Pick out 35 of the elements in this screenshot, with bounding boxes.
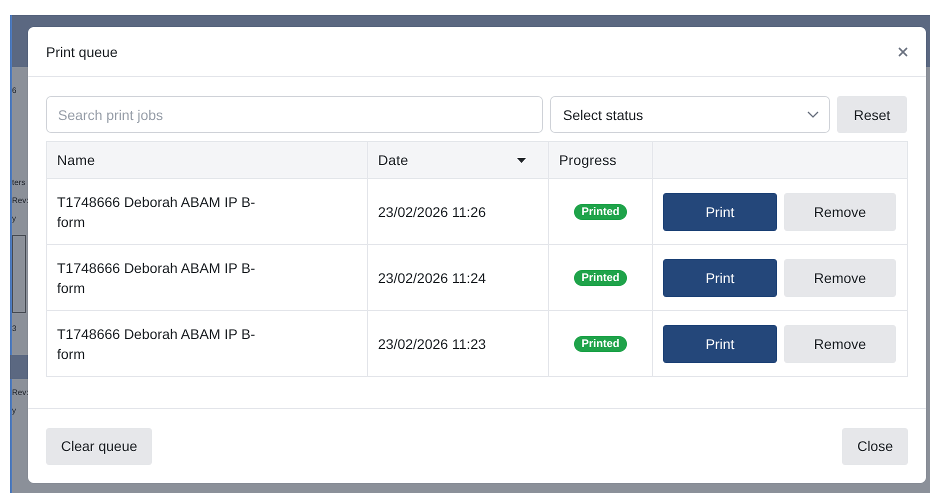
background-text: 3	[12, 323, 18, 335]
job-date: 23/02/2026 11:26	[378, 204, 486, 220]
close-icon[interactable]	[898, 46, 908, 56]
background-text: Rev:	[12, 387, 28, 399]
status-badge: Printed	[574, 204, 628, 220]
column-header[interactable]: Name	[47, 142, 367, 178]
remove-button[interactable]: Remove	[784, 258, 896, 296]
status-badge: Printed	[574, 336, 628, 352]
background-bar	[10, 355, 30, 379]
background-text: y	[12, 405, 17, 417]
column-header[interactable]: Date	[367, 142, 548, 178]
status-badge: Printed	[574, 270, 628, 286]
search-field[interactable]: Search print jobs	[46, 96, 543, 133]
job-name: T1748666 Deborah ABAM IP B-form	[57, 192, 256, 232]
column-header[interactable]: Progress	[548, 142, 652, 178]
job-date: 23/02/2026 11:23	[378, 336, 486, 352]
background-text: 6	[12, 85, 18, 97]
print-button[interactable]: Print	[663, 192, 777, 230]
remove-button[interactable]: Remove	[784, 324, 896, 362]
chevron-down-icon[interactable]	[807, 111, 819, 118]
sort-caret-icon[interactable]	[517, 158, 526, 162]
background-text: ters	[12, 177, 26, 189]
background-text: y	[12, 213, 17, 225]
close-button[interactable]: Close	[842, 428, 908, 464]
dialog-title: Print queue	[46, 44, 118, 60]
job-name: T1748666 Deborah ABAM IP B-form	[57, 258, 256, 298]
background-text: Rev:	[12, 195, 28, 207]
clear-queue-button[interactable]: Clear queue	[46, 428, 152, 464]
remove-button[interactable]: Remove	[784, 192, 896, 230]
print-button[interactable]: Print	[663, 258, 777, 296]
reset-button[interactable]: Reset	[837, 96, 907, 133]
print-button[interactable]: Print	[663, 324, 777, 362]
job-date: 23/02/2026 11:24	[378, 270, 486, 286]
job-name: T1748666 Deborah ABAM IP B-form	[57, 324, 256, 364]
status-select[interactable]: Select status	[550, 96, 830, 133]
